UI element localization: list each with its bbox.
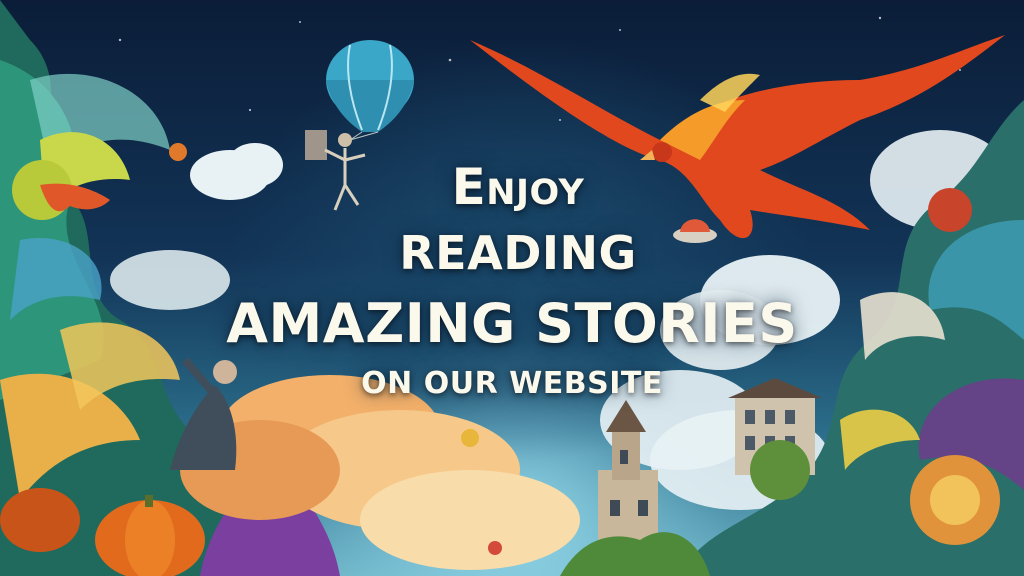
fantasy-illustration [0, 0, 1024, 576]
yellow-flower [461, 429, 479, 447]
headline-line-2: READING [399, 226, 637, 280]
headline-line-3: AMAZING STORIES [226, 292, 798, 355]
hot-air-balloon [326, 40, 414, 141]
hero-banner: Enjoy READING AMAZING STORIES ON OUR WEB… [0, 0, 1024, 576]
headline-line-4: ON OUR WEBSITE [361, 366, 663, 401]
red-flower [488, 541, 502, 555]
headline-line-1: Enjoy [451, 158, 585, 216]
